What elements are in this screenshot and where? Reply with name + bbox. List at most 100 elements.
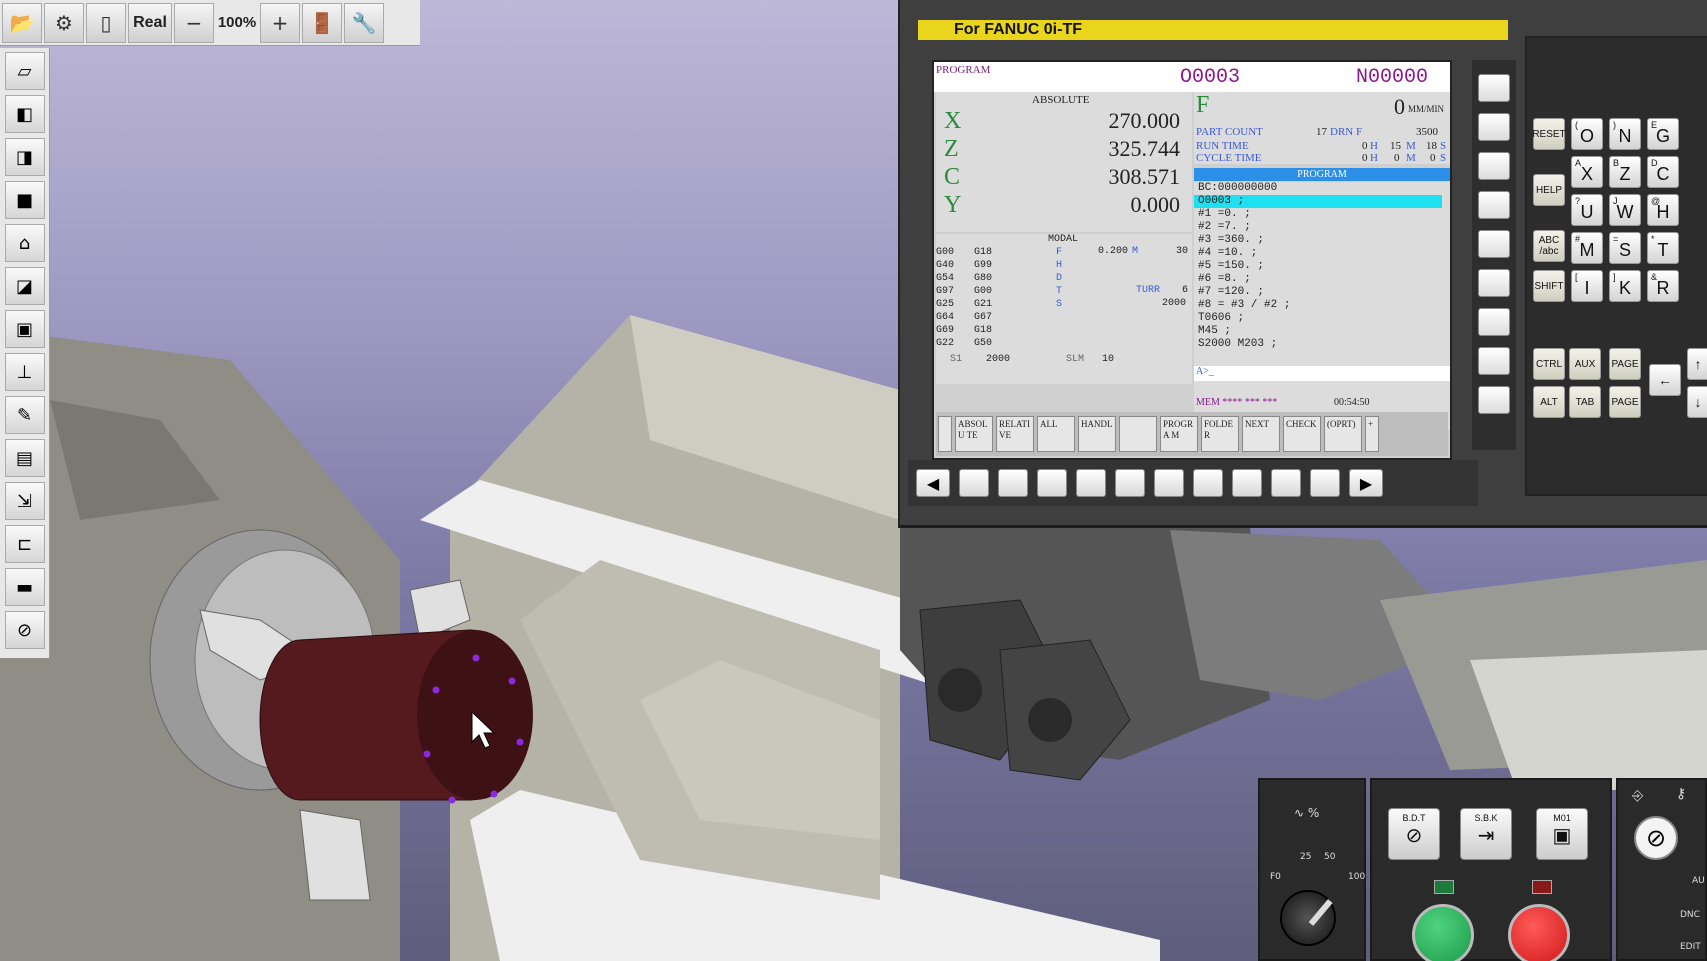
optional-stop-button[interactable]: M01 ▣ xyxy=(1536,808,1588,860)
side-key[interactable] xyxy=(1478,347,1510,375)
view-iso-icon[interactable]: ▱ xyxy=(4,52,45,90)
softkey[interactable] xyxy=(1076,469,1106,497)
cylinder-view-icon[interactable]: ▯ xyxy=(86,2,126,43)
axis-xyz-icon[interactable]: ⊥ xyxy=(4,353,45,391)
softkey[interactable] xyxy=(1310,469,1340,497)
view-front-icon[interactable]: ◧ xyxy=(4,95,45,133)
mode-selector-knob[interactable]: ⊘ xyxy=(1634,816,1678,860)
program-line[interactable]: O0003 ; xyxy=(1194,195,1442,208)
open-file-icon[interactable]: 📂 xyxy=(2,2,42,43)
softkey[interactable] xyxy=(1115,469,1145,497)
softkey[interactable] xyxy=(1037,469,1067,497)
offset-icon[interactable]: ⇲ xyxy=(4,482,45,520)
program-line[interactable]: #6 =8. ; xyxy=(1194,273,1450,286)
help-key[interactable]: HELP xyxy=(1533,174,1565,206)
side-key[interactable] xyxy=(1478,308,1510,336)
zoom-out-button[interactable]: − xyxy=(174,2,214,43)
single-block-button[interactable]: S.B.K ⇥ xyxy=(1460,808,1512,860)
ctrl-key[interactable]: CTRL xyxy=(1533,348,1565,380)
page-up-key[interactable]: PAGE xyxy=(1609,348,1641,380)
address-key[interactable]: (O xyxy=(1571,118,1603,150)
page-down-key[interactable]: PAGE xyxy=(1609,386,1641,418)
program-line[interactable]: #3 =360. ; xyxy=(1194,234,1450,247)
softkey[interactable] xyxy=(1154,469,1184,497)
program-line[interactable]: S2000 M203 ; xyxy=(1194,338,1450,351)
tool-view-icon[interactable]: ◪ xyxy=(4,267,45,305)
program-line[interactable]: #2 =7. ; xyxy=(1194,221,1450,234)
collision-off-icon[interactable]: ⊘ xyxy=(4,611,45,649)
side-key[interactable] xyxy=(1478,230,1510,258)
zoom-in-button[interactable]: + xyxy=(260,2,300,43)
cursor-up-icon[interactable]: ↑ xyxy=(1687,348,1707,380)
tool-setup-icon[interactable]: 🔧 xyxy=(344,2,384,43)
side-key[interactable] xyxy=(1478,386,1510,414)
settings-gear-icon[interactable]: ⚙ xyxy=(44,2,84,43)
cursor-left-icon[interactable]: ← xyxy=(1649,364,1681,396)
workpiece-view-icon[interactable]: ▣ xyxy=(4,310,45,348)
feed-hold-button[interactable] xyxy=(1508,904,1570,961)
softkey-left-arrow-icon[interactable]: ◀ xyxy=(916,469,950,497)
caliper-icon[interactable]: ⊏ xyxy=(4,525,45,563)
real-view-button[interactable]: Real xyxy=(128,2,172,43)
softkey[interactable] xyxy=(1193,469,1223,497)
program-line[interactable]: BC:000000000 xyxy=(1194,182,1450,195)
shift-key[interactable]: SHIFT xyxy=(1533,270,1565,302)
program-line[interactable]: T0606 ; xyxy=(1194,312,1450,325)
screen-softkey[interactable]: NEXT xyxy=(1242,416,1280,452)
screen-softkey[interactable] xyxy=(1119,416,1157,452)
softkey-right-arrow-icon[interactable]: ▶ xyxy=(1349,469,1383,497)
stock-icon[interactable]: ▬ xyxy=(4,568,45,606)
program-line[interactable]: #1 =0. ; xyxy=(1194,208,1450,221)
screen-softkey[interactable]: HANDL xyxy=(1078,416,1116,452)
alt-key[interactable]: ALT xyxy=(1533,386,1565,418)
address-key[interactable]: JW xyxy=(1609,194,1641,226)
softkey[interactable] xyxy=(998,469,1028,497)
screen-softkey[interactable]: FOLDER xyxy=(1201,416,1239,452)
address-key[interactable]: * T xyxy=(1647,232,1679,264)
address-key[interactable]: [I xyxy=(1571,270,1603,302)
program-line[interactable]: #8 = #3 / #2 ; xyxy=(1194,299,1450,312)
address-key[interactable]: EG xyxy=(1647,118,1679,150)
side-key[interactable] xyxy=(1478,269,1510,297)
screen-softkey[interactable]: CHECK xyxy=(1283,416,1321,452)
address-key[interactable]: ? U xyxy=(1571,194,1603,226)
cycle-start-button[interactable] xyxy=(1412,904,1474,961)
address-key[interactable]: BZ xyxy=(1609,156,1641,188)
machine-door-icon[interactable]: 🚪 xyxy=(302,2,342,43)
address-key[interactable]: & R xyxy=(1647,270,1679,302)
abc-key[interactable]: ABC /abc xyxy=(1533,230,1565,262)
program-line[interactable]: #7 =120. ; xyxy=(1194,286,1450,299)
side-key[interactable] xyxy=(1478,152,1510,180)
side-key[interactable] xyxy=(1478,113,1510,141)
view-solid-icon[interactable]: ■ xyxy=(4,181,45,219)
side-key[interactable] xyxy=(1478,74,1510,102)
screen-softkey[interactable]: ABSOLU TE xyxy=(955,416,993,452)
block-delete-button[interactable]: B.D.T ⊘ xyxy=(1388,808,1440,860)
address-key[interactable]: ] K xyxy=(1609,270,1641,302)
softkey[interactable] xyxy=(959,469,989,497)
softkey[interactable] xyxy=(1232,469,1262,497)
screen-softkey-return[interactable] xyxy=(938,416,952,452)
screen-softkey[interactable]: PROGRA M xyxy=(1160,416,1198,452)
screen-softkey[interactable]: (OPRT) xyxy=(1324,416,1362,452)
reset-key[interactable]: RESET xyxy=(1532,118,1566,150)
program-line[interactable]: #4 =10. ; xyxy=(1194,247,1450,260)
address-key[interactable]: = S xyxy=(1609,232,1641,264)
key-lock-icon[interactable]: ⚷ xyxy=(1676,786,1686,802)
aux-key[interactable]: AUX xyxy=(1569,348,1601,380)
address-key[interactable]: DC xyxy=(1647,156,1679,188)
tab-key[interactable]: TAB xyxy=(1569,386,1601,418)
address-key[interactable]: @ H xyxy=(1647,194,1679,226)
side-key[interactable] xyxy=(1478,191,1510,219)
program-line[interactable]: M45 ; xyxy=(1194,325,1450,338)
softkey[interactable] xyxy=(1271,469,1301,497)
feed-override-dial[interactable] xyxy=(1280,890,1336,946)
setup-sheet-icon[interactable]: ▤ xyxy=(4,439,45,477)
screen-softkey[interactable]: RELATI VE xyxy=(996,416,1034,452)
program-line[interactable]: #5 =150. ; xyxy=(1194,260,1450,273)
measure-icon[interactable]: ✎ xyxy=(4,396,45,434)
view-side-icon[interactable]: ◨ xyxy=(4,138,45,176)
cursor-down-icon[interactable]: ↓ xyxy=(1687,386,1707,418)
screen-softkey[interactable]: + xyxy=(1365,416,1379,452)
machine-view-icon[interactable]: ⌂ xyxy=(4,224,45,262)
